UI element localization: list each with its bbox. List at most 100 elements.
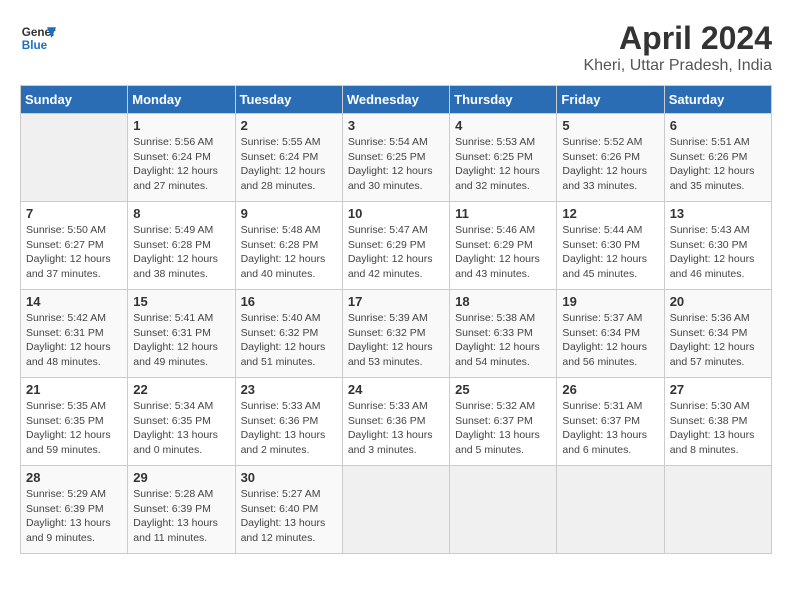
day-number: 10: [348, 206, 444, 221]
day-number: 15: [133, 294, 229, 309]
calendar-cell: 20 Sunrise: 5:36 AM Sunset: 6:34 PM Dayli…: [664, 290, 771, 378]
calendar-cell: 30Sunrise: 5:27 AM Sunset: 6:40 PM Dayli…: [235, 466, 342, 554]
calendar-cell: [450, 466, 557, 554]
day-info: Sunrise: 5:46 AM Sunset: 6:29 PM Dayligh…: [455, 223, 551, 282]
calendar-week-row: 21 Sunrise: 5:35 AM Sunset: 6:35 PM Dayli…: [21, 378, 772, 466]
day-info: Sunrise: 5:56 AM Sunset: 6:24 PM Dayligh…: [133, 135, 229, 194]
calendar-cell: [557, 466, 664, 554]
day-number: 20: [670, 294, 766, 309]
day-info: Sunrise: 5:49 AM Sunset: 6:28 PM Dayligh…: [133, 223, 229, 282]
day-number: 16: [241, 294, 337, 309]
calendar-cell: 15 Sunrise: 5:41 AM Sunset: 6:31 PM Dayli…: [128, 290, 235, 378]
day-number: 2: [241, 118, 337, 133]
calendar-cell: 22 Sunrise: 5:34 AM Sunset: 6:35 PM Dayli…: [128, 378, 235, 466]
day-number: 5: [562, 118, 658, 133]
calendar-cell: [342, 466, 449, 554]
calendar-cell: 9Sunrise: 5:48 AM Sunset: 6:28 PM Daylig…: [235, 202, 342, 290]
calendar-week-row: 7 Sunrise: 5:50 AM Sunset: 6:27 PM Daylig…: [21, 202, 772, 290]
day-number: 13: [670, 206, 766, 221]
day-info: Sunrise: 5:27 AM Sunset: 6:40 PM Dayligh…: [241, 487, 337, 546]
day-info: Sunrise: 5:39 AM Sunset: 6:32 PM Dayligh…: [348, 311, 444, 370]
weekday-header-sunday: Sunday: [21, 86, 128, 114]
logo-icon: General Blue: [20, 20, 56, 56]
calendar-cell: 11Sunrise: 5:46 AM Sunset: 6:29 PM Dayli…: [450, 202, 557, 290]
day-info: Sunrise: 5:34 AM Sunset: 6:35 PM Dayligh…: [133, 399, 229, 458]
day-number: 6: [670, 118, 766, 133]
calendar-cell: 14 Sunrise: 5:42 AM Sunset: 6:31 PM Dayli…: [21, 290, 128, 378]
day-info: Sunrise: 5:33 AM Sunset: 6:36 PM Dayligh…: [348, 399, 444, 458]
day-info: Sunrise: 5:41 AM Sunset: 6:31 PM Dayligh…: [133, 311, 229, 370]
calendar-cell: 23 Sunrise: 5:33 AM Sunset: 6:36 PM Dayli…: [235, 378, 342, 466]
calendar-cell: 28 Sunrise: 5:29 AM Sunset: 6:39 PM Dayli…: [21, 466, 128, 554]
day-info: Sunrise: 5:32 AM Sunset: 6:37 PM Dayligh…: [455, 399, 551, 458]
day-number: 12: [562, 206, 658, 221]
day-number: 18: [455, 294, 551, 309]
day-info: Sunrise: 5:51 AM Sunset: 6:26 PM Dayligh…: [670, 135, 766, 194]
day-info: Sunrise: 5:52 AM Sunset: 6:26 PM Dayligh…: [562, 135, 658, 194]
day-number: 4: [455, 118, 551, 133]
calendar-cell: 12 Sunrise: 5:44 AM Sunset: 6:30 PM Dayli…: [557, 202, 664, 290]
calendar-cell: 24 Sunrise: 5:33 AM Sunset: 6:36 PM Dayli…: [342, 378, 449, 466]
calendar-cell: 29Sunrise: 5:28 AM Sunset: 6:39 PM Dayli…: [128, 466, 235, 554]
calendar-table: SundayMondayTuesdayWednesdayThursdayFrid…: [20, 85, 772, 554]
calendar-cell: 3 Sunrise: 5:54 AM Sunset: 6:25 PM Daylig…: [342, 114, 449, 202]
calendar-cell: 17 Sunrise: 5:39 AM Sunset: 6:32 PM Dayli…: [342, 290, 449, 378]
logo: General Blue: [20, 20, 56, 56]
day-number: 26: [562, 382, 658, 397]
weekday-header-friday: Friday: [557, 86, 664, 114]
calendar-cell: 4 Sunrise: 5:53 AM Sunset: 6:25 PM Daylig…: [450, 114, 557, 202]
day-info: Sunrise: 5:54 AM Sunset: 6:25 PM Dayligh…: [348, 135, 444, 194]
day-number: 25: [455, 382, 551, 397]
day-info: Sunrise: 5:31 AM Sunset: 6:37 PM Dayligh…: [562, 399, 658, 458]
month-title: April 2024: [583, 20, 772, 57]
day-info: Sunrise: 5:29 AM Sunset: 6:39 PM Dayligh…: [26, 487, 122, 546]
day-number: 19: [562, 294, 658, 309]
day-number: 1: [133, 118, 229, 133]
day-info: Sunrise: 5:55 AM Sunset: 6:24 PM Dayligh…: [241, 135, 337, 194]
day-info: Sunrise: 5:35 AM Sunset: 6:35 PM Dayligh…: [26, 399, 122, 458]
day-number: 23: [241, 382, 337, 397]
calendar-cell: 6 Sunrise: 5:51 AM Sunset: 6:26 PM Daylig…: [664, 114, 771, 202]
day-info: Sunrise: 5:38 AM Sunset: 6:33 PM Dayligh…: [455, 311, 551, 370]
calendar-week-row: 28 Sunrise: 5:29 AM Sunset: 6:39 PM Dayli…: [21, 466, 772, 554]
calendar-cell: 25 Sunrise: 5:32 AM Sunset: 6:37 PM Dayli…: [450, 378, 557, 466]
svg-text:Blue: Blue: [22, 39, 48, 52]
day-number: 17: [348, 294, 444, 309]
day-info: Sunrise: 5:36 AM Sunset: 6:34 PM Dayligh…: [670, 311, 766, 370]
weekday-header-monday: Monday: [128, 86, 235, 114]
day-info: Sunrise: 5:40 AM Sunset: 6:32 PM Dayligh…: [241, 311, 337, 370]
day-number: 22: [133, 382, 229, 397]
weekday-header-saturday: Saturday: [664, 86, 771, 114]
weekday-header-tuesday: Tuesday: [235, 86, 342, 114]
day-info: Sunrise: 5:30 AM Sunset: 6:38 PM Dayligh…: [670, 399, 766, 458]
day-info: Sunrise: 5:50 AM Sunset: 6:27 PM Dayligh…: [26, 223, 122, 282]
day-info: Sunrise: 5:53 AM Sunset: 6:25 PM Dayligh…: [455, 135, 551, 194]
calendar-cell: 16 Sunrise: 5:40 AM Sunset: 6:32 PM Dayli…: [235, 290, 342, 378]
calendar-cell: 27 Sunrise: 5:30 AM Sunset: 6:38 PM Dayli…: [664, 378, 771, 466]
day-number: 28: [26, 470, 122, 485]
day-info: Sunrise: 5:43 AM Sunset: 6:30 PM Dayligh…: [670, 223, 766, 282]
weekday-header-thursday: Thursday: [450, 86, 557, 114]
calendar-cell: 19 Sunrise: 5:37 AM Sunset: 6:34 PM Dayli…: [557, 290, 664, 378]
day-number: 8: [133, 206, 229, 221]
calendar-cell: 26 Sunrise: 5:31 AM Sunset: 6:37 PM Dayli…: [557, 378, 664, 466]
day-info: Sunrise: 5:28 AM Sunset: 6:39 PM Dayligh…: [133, 487, 229, 546]
calendar-cell: 18 Sunrise: 5:38 AM Sunset: 6:33 PM Dayli…: [450, 290, 557, 378]
day-number: 27: [670, 382, 766, 397]
calendar-cell: 8 Sunrise: 5:49 AM Sunset: 6:28 PM Daylig…: [128, 202, 235, 290]
day-number: 24: [348, 382, 444, 397]
weekday-header-row: SundayMondayTuesdayWednesdayThursdayFrid…: [21, 86, 772, 114]
calendar-cell: 7 Sunrise: 5:50 AM Sunset: 6:27 PM Daylig…: [21, 202, 128, 290]
day-number: 21: [26, 382, 122, 397]
day-info: Sunrise: 5:44 AM Sunset: 6:30 PM Dayligh…: [562, 223, 658, 282]
calendar-cell: 2 Sunrise: 5:55 AM Sunset: 6:24 PM Daylig…: [235, 114, 342, 202]
calendar-week-row: 1 Sunrise: 5:56 AM Sunset: 6:24 PM Daylig…: [21, 114, 772, 202]
day-info: Sunrise: 5:48 AM Sunset: 6:28 PM Dayligh…: [241, 223, 337, 282]
day-number: 14: [26, 294, 122, 309]
day-info: Sunrise: 5:42 AM Sunset: 6:31 PM Dayligh…: [26, 311, 122, 370]
day-number: 3: [348, 118, 444, 133]
day-number: 7: [26, 206, 122, 221]
day-info: Sunrise: 5:33 AM Sunset: 6:36 PM Dayligh…: [241, 399, 337, 458]
day-info: Sunrise: 5:37 AM Sunset: 6:34 PM Dayligh…: [562, 311, 658, 370]
calendar-cell: 10Sunrise: 5:47 AM Sunset: 6:29 PM Dayli…: [342, 202, 449, 290]
